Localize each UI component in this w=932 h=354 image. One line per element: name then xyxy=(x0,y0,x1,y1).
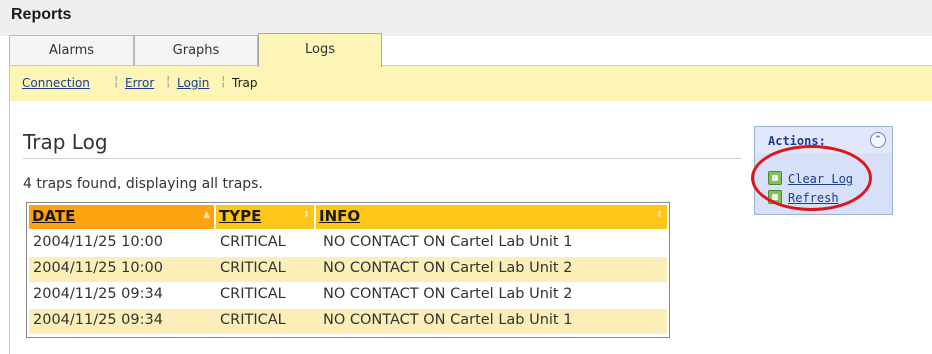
cell-info: NO CONTACT ON Cartel Lab Unit 2 xyxy=(323,260,573,276)
column-header-info-label[interactable]: INFO xyxy=(319,207,360,225)
tab-alarms[interactable]: Alarms xyxy=(9,35,134,65)
column-header-date[interactable]: DATE ▲ xyxy=(29,205,214,229)
column-header-type[interactable]: TYPE ⬍ xyxy=(216,205,314,229)
header-bar: Reports xyxy=(0,0,932,36)
clear-log-link[interactable]: Clear Log xyxy=(788,172,853,186)
refresh-link[interactable]: Refresh xyxy=(788,191,839,205)
column-header-info[interactable]: INFO ⬍ xyxy=(316,205,667,229)
table-row: 2004/11/25 10:00 CRITICAL NO CONTACT ON … xyxy=(29,231,667,256)
table-row: 2004/11/25 09:34 CRITICAL NO CONTACT ON … xyxy=(29,309,667,334)
cell-date: 2004/11/25 09:34 xyxy=(33,286,163,302)
column-header-date-label[interactable]: DATE xyxy=(32,207,75,225)
cell-info: NO CONTACT ON Cartel Lab Unit 2 xyxy=(323,286,573,302)
cell-date: 2004/11/25 10:00 xyxy=(33,234,163,250)
subnav-separator: ¦ xyxy=(114,74,119,89)
subnav-login-link[interactable]: Login xyxy=(177,76,209,90)
page-title: Trap Log xyxy=(23,130,108,154)
tab-logs[interactable]: Logs xyxy=(258,33,382,67)
cell-info: NO CONTACT ON Cartel Lab Unit 1 xyxy=(323,234,573,250)
actions-panel: Actions: ⌃ Clear Log Refresh xyxy=(754,126,893,215)
cell-type: CRITICAL xyxy=(220,234,286,250)
title-divider xyxy=(23,158,741,159)
cell-type: CRITICAL xyxy=(220,312,286,328)
refresh-icon[interactable] xyxy=(768,190,782,204)
tab-graphs[interactable]: Graphs xyxy=(134,35,258,65)
results-summary: 4 traps found, displaying all traps. xyxy=(23,176,263,192)
table-row: 2004/11/25 09:34 CRITICAL NO CONTACT ON … xyxy=(29,283,667,308)
sort-unsorted-icon: ⬍ xyxy=(302,210,310,220)
actions-panel-title: Actions: xyxy=(768,134,826,148)
table-row: 2004/11/25 10:00 CRITICAL NO CONTACT ON … xyxy=(29,257,667,282)
subnav-connection-link[interactable]: Connection xyxy=(22,76,90,90)
cell-date: 2004/11/25 10:00 xyxy=(33,260,163,276)
cell-info: NO CONTACT ON Cartel Lab Unit 1 xyxy=(323,312,573,328)
sort-unsorted-icon: ⬍ xyxy=(655,210,663,220)
column-header-type-label[interactable]: TYPE xyxy=(219,207,261,225)
sort-ascending-icon: ▲ xyxy=(203,210,210,220)
subnav-error-link[interactable]: Error xyxy=(125,76,154,90)
app-title: Reports xyxy=(11,6,72,23)
cell-type: CRITICAL xyxy=(220,286,286,302)
clear-log-icon[interactable] xyxy=(768,171,782,185)
cell-date: 2004/11/25 09:34 xyxy=(33,312,163,328)
actions-panel-header: Actions: ⌃ xyxy=(755,127,892,153)
subnav-trap-current: Trap xyxy=(232,76,258,90)
subnav-separator: ¦ xyxy=(221,74,226,89)
trap-log-table: DATE ▲ TYPE ⬍ INFO ⬍ 2004/11/25 10:00 CR… xyxy=(26,202,670,338)
log-type-subnav: Connection ¦ Error ¦ Login ¦ Trap xyxy=(9,65,932,101)
collapse-icon[interactable]: ⌃ xyxy=(870,132,886,148)
subnav-separator: ¦ xyxy=(166,74,171,89)
cell-type: CRITICAL xyxy=(220,260,286,276)
